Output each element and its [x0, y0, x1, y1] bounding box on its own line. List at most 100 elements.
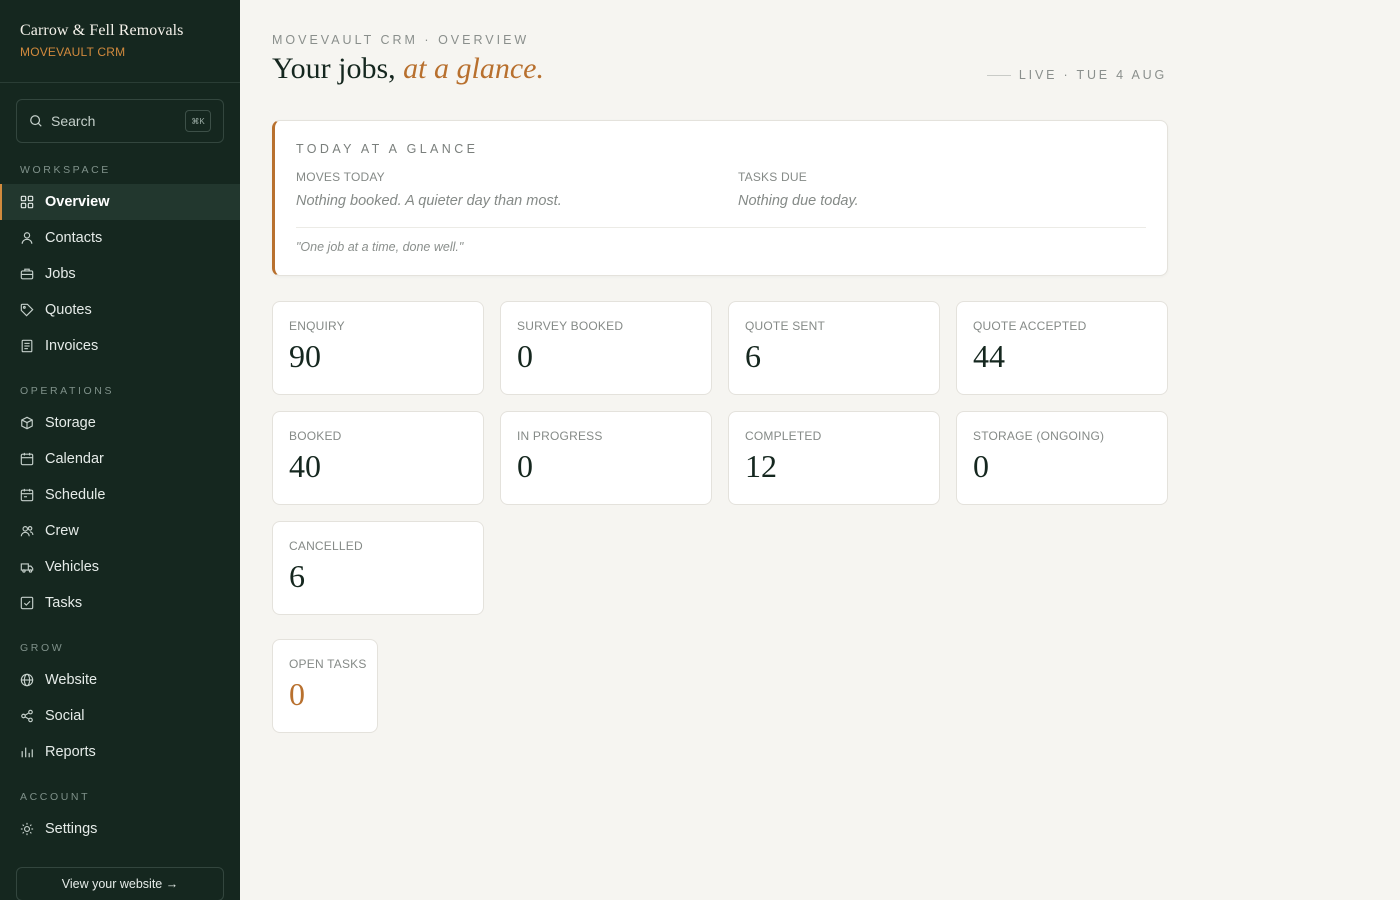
stat-card-cancelled[interactable]: CANCELLED 6 [272, 521, 484, 615]
sidebar-item-vehicles[interactable]: Vehicles [0, 549, 240, 585]
sidebar-item-jobs[interactable]: Jobs [0, 256, 240, 292]
sun-icon [20, 822, 34, 836]
stat-value: 44 [973, 338, 1005, 374]
search-box[interactable]: ⌘K [16, 99, 224, 143]
stat-value: 0 [517, 338, 533, 374]
tasks-due-label: TASKS DUE [738, 170, 807, 184]
stat-value: 0 [517, 448, 533, 484]
glance-divider [296, 227, 1146, 228]
stat-card-storage-ongoing[interactable]: STORAGE (ONGOING) 0 [956, 411, 1168, 505]
sidebar-item-calendar[interactable]: Calendar [0, 441, 240, 477]
glance-quote: "One job at a time, done well." [296, 240, 464, 254]
share-icon [21, 709, 33, 723]
stat-label: ENQUIRY [289, 319, 345, 333]
truck-icon [20, 563, 34, 573]
sidebar-item-label: Reports [45, 744, 96, 760]
stat-label: COMPLETED [745, 429, 822, 443]
sidebar-item-invoices[interactable]: Invoices [0, 328, 240, 364]
sidebar-item-label: Vehicles [45, 559, 100, 575]
stat-label: STORAGE (ONGOING) [973, 429, 1105, 443]
stat-label: CANCELLED [289, 539, 363, 553]
sidebar-item-label: Storage [45, 415, 96, 431]
sidebar-item-contacts[interactable]: Contacts [0, 220, 240, 256]
stat-label: QUOTE ACCEPTED [973, 319, 1087, 333]
stat-card-survey-booked[interactable]: SURVEY BOOKED 0 [500, 301, 712, 395]
calendar-icon [20, 452, 34, 466]
stat-value: 0 [973, 448, 989, 484]
globe-icon [20, 673, 34, 687]
box-icon [21, 416, 33, 430]
stat-value: 40 [289, 448, 321, 484]
view-website-button[interactable]: View your website → [16, 867, 224, 900]
search-icon [30, 115, 42, 127]
live-date: LIVE · TUE 4 AUG [986, 68, 1167, 82]
sidebar-item-quotes[interactable]: Quotes [0, 292, 240, 328]
stat-label: QUOTE SENT [745, 319, 826, 333]
bar-chart-icon [21, 747, 33, 758]
live-date-text: LIVE · TUE 4 AUG [1018, 68, 1167, 82]
section-label-workspace: WORKSPACE [20, 164, 111, 176]
sidebar-item-settings[interactable]: Settings [0, 811, 240, 847]
sidebar-item-label: Schedule [45, 487, 106, 503]
moves-today-label: MOVES TODAY [296, 170, 385, 184]
sidebar: Carrow & Fell Removals MOVEVAULT CRM ⌘K … [0, 0, 240, 900]
sidebar-item-reports[interactable]: Reports [0, 734, 240, 770]
stat-label: OPEN TASKS [289, 657, 367, 671]
user-icon [21, 232, 33, 244]
sidebar-item-label: Calendar [45, 451, 104, 467]
stat-card-in-progress[interactable]: IN PROGRESS 0 [500, 411, 712, 505]
breadcrumb: MOVEVAULT CRM · OVERVIEW [272, 33, 530, 47]
page-title-accent: at a glance. [403, 52, 544, 85]
stat-value: 90 [289, 338, 321, 374]
stat-card-open-tasks[interactable]: OPEN TASKS 0 [272, 639, 378, 733]
sidebar-item-label: Crew [45, 523, 79, 539]
sidebar-item-label: Invoices [45, 338, 99, 354]
invoice-icon [21, 339, 33, 353]
briefcase-icon [20, 268, 34, 280]
page-title-main: Your jobs, [272, 52, 404, 85]
brand-sub: MOVEVAULT CRM [20, 45, 126, 59]
stat-label: SURVEY BOOKED [517, 319, 624, 333]
search-shortcut: ⌘K [185, 110, 211, 132]
tasks-due-value: Nothing due today. [738, 193, 859, 209]
tag-icon [20, 303, 34, 317]
checkbox-icon [20, 596, 34, 610]
today-at-a-glance-card: TODAY AT A GLANCE MOVES TODAY Nothing bo… [272, 120, 1168, 276]
grid-icon [20, 195, 34, 209]
section-label-operations: OPERATIONS [20, 385, 115, 397]
sidebar-item-overview[interactable]: Overview [0, 184, 240, 220]
section-label-grow: GROW [20, 642, 65, 654]
stat-card-booked[interactable]: BOOKED 40 [272, 411, 484, 505]
section-label-account: ACCOUNT [20, 791, 91, 803]
stat-value: 12 [745, 448, 777, 484]
stat-value: 0 [289, 676, 305, 712]
sidebar-item-label: Overview [45, 194, 110, 210]
stat-value: 6 [289, 558, 305, 594]
sidebar-item-label: Social [45, 708, 85, 724]
sidebar-item-tasks[interactable]: Tasks [0, 585, 240, 621]
stat-label: BOOKED [289, 429, 342, 443]
page-title: Your jobs, at a glance. [272, 52, 544, 86]
sidebar-item-label: Settings [45, 821, 98, 837]
stat-card-quote-accepted[interactable]: QUOTE ACCEPTED 44 [956, 301, 1168, 395]
stat-value: 6 [745, 338, 761, 374]
sidebar-item-website[interactable]: Website [0, 662, 240, 698]
sidebar-item-social[interactable]: Social [0, 698, 240, 734]
sidebar-item-storage[interactable]: Storage [0, 405, 240, 441]
schedule-icon [20, 488, 34, 502]
search-input[interactable] [51, 113, 171, 129]
stat-label: IN PROGRESS [517, 429, 603, 443]
glance-title: TODAY AT A GLANCE [296, 142, 479, 156]
sidebar-item-label: Jobs [45, 266, 76, 282]
sidebar-item-schedule[interactable]: Schedule [0, 477, 240, 513]
stat-card-completed[interactable]: COMPLETED 12 [728, 411, 940, 505]
sidebar-item-label: Quotes [45, 302, 92, 318]
moves-today-value: Nothing booked. A quieter day than most. [296, 193, 562, 209]
sidebar-item-label: Website [45, 672, 98, 688]
users-icon [20, 526, 34, 537]
sidebar-item-label: Tasks [45, 595, 83, 611]
stat-card-enquiry[interactable]: ENQUIRY 90 [272, 301, 484, 395]
stat-card-quote-sent[interactable]: QUOTE SENT 6 [728, 301, 940, 395]
sidebar-item-crew[interactable]: Crew [0, 513, 240, 549]
sidebar-item-label: Contacts [45, 230, 103, 246]
